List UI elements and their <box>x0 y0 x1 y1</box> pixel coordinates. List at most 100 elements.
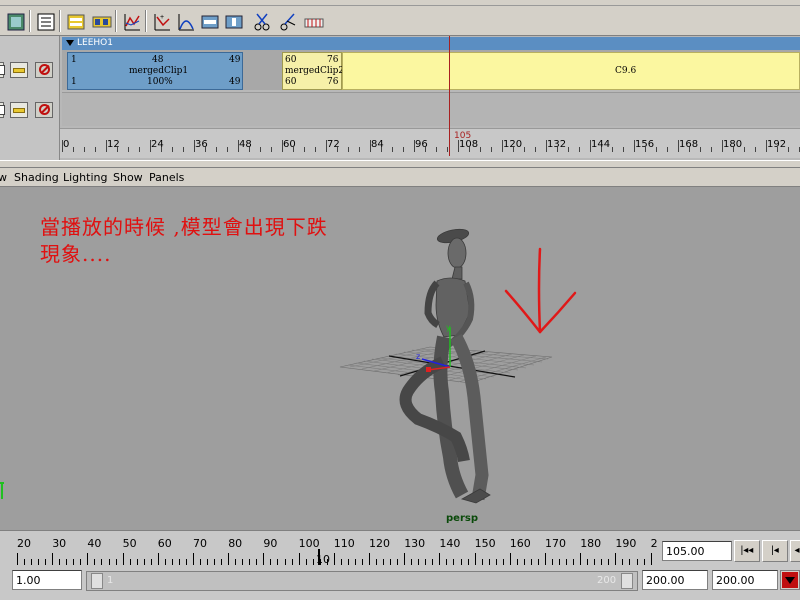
time-slider-label: 190 <box>615 537 637 550</box>
time-slider-minor-tick <box>354 559 356 565</box>
auto-key-button[interactable] <box>780 570 800 590</box>
time-slider-label: 70 <box>193 537 207 550</box>
time-slider-tick <box>369 553 370 565</box>
track-row-empty <box>62 92 800 126</box>
clip-mergedclip2[interactable]: 60 76 mergedClip2 60 76 <box>282 52 345 90</box>
ruler-minor-tick <box>700 147 701 152</box>
range-start-handle[interactable] <box>91 573 103 589</box>
ruler-minor-tick <box>183 147 184 152</box>
remove-track-icon[interactable] <box>222 10 244 32</box>
key-icon[interactable]: + <box>150 10 172 32</box>
ruler-minor-tick <box>260 147 261 152</box>
ruler-minor-tick <box>403 147 404 152</box>
ruler-minor-tick <box>535 147 536 152</box>
clip-name: mergedClip1 <box>129 66 189 76</box>
clip-c96[interactable]: C9.6 <box>342 52 800 90</box>
pane-divider[interactable] <box>0 160 800 168</box>
time-slider-minor-tick <box>340 559 342 565</box>
track2-solo-icon[interactable] <box>0 102 5 118</box>
time-slider-label: 120 <box>369 537 390 550</box>
step-back-icon[interactable]: |◂◂ <box>734 540 760 562</box>
character-header[interactable]: LEEHO1 <box>62 37 800 50</box>
range-start-field[interactable] <box>12 570 82 590</box>
ruler-minor-tick <box>513 147 514 152</box>
menu-shading[interactable]: Shading <box>14 171 59 184</box>
time-warp-icon[interactable] <box>302 10 324 32</box>
svg-text:y: y <box>446 323 451 332</box>
max-time-field[interactable] <box>712 570 778 590</box>
list-icon[interactable] <box>34 10 56 32</box>
track-solo-icon[interactable] <box>0 62 5 78</box>
clip-name: C9.6 <box>615 66 637 76</box>
time-slider-minor-tick <box>185 559 187 565</box>
menu-panels[interactable]: Panels <box>149 171 184 184</box>
step-back-frame-icon[interactable]: ◂ <box>790 540 800 562</box>
range-end-field[interactable] <box>642 570 708 590</box>
curve-icon[interactable] <box>174 10 196 32</box>
time-slider-label: 2 <box>650 537 658 550</box>
time-slider-minor-tick <box>115 559 117 565</box>
time-slider-cursor[interactable] <box>318 549 320 565</box>
ruler-minor-tick <box>733 147 734 152</box>
ruler-minor-tick <box>777 147 778 152</box>
time-slider-minor-tick <box>171 559 173 565</box>
time-slider-minor-tick <box>601 559 603 565</box>
maya-window: + LEEHO1 1 48 49 mergedClip1 1 100% 49 6… <box>0 0 800 600</box>
time-slider-label: 90 <box>263 537 278 550</box>
time-slider-minor-tick <box>249 559 251 565</box>
auto-key-icon <box>782 572 798 588</box>
range-slider-bar[interactable]: 1 200 <box>86 571 638 591</box>
current-time-field[interactable] <box>662 541 732 561</box>
track2-mute-icon[interactable] <box>35 102 53 118</box>
time-slider-tick <box>650 553 652 565</box>
time-slider[interactable]: 20 30 40 50 60 70 80 90 100 110 120 130 140 150 160 170… <box>0 531 660 567</box>
ruler-minor-tick <box>524 147 525 152</box>
track-mute-icon[interactable] <box>35 62 53 78</box>
time-slider-tick <box>474 553 476 565</box>
svg-text:+: + <box>160 14 164 21</box>
ruler-minor-tick <box>579 147 580 152</box>
time-slider-tick <box>193 553 194 565</box>
trax-time-ruler[interactable]: 0 12 24 36 48 60 72 84 96 108 120 132 144 156 168 180 19… <box>60 128 800 158</box>
time-slider-minor-tick <box>38 559 40 565</box>
time-slider-minor-tick <box>256 559 258 565</box>
time-slider-minor-tick <box>488 559 490 565</box>
time-slider-label: 20 <box>17 537 31 550</box>
add-track-icon[interactable] <box>198 10 220 32</box>
go-to-start-icon[interactable]: |◂ <box>762 540 788 562</box>
trax-editor: LEEHO1 1 48 49 mergedClip1 1 100% 49 60 … <box>0 36 800 160</box>
collapse-triangle-icon[interactable] <box>66 40 74 46</box>
track2-lock-icon[interactable] <box>10 102 28 118</box>
outliner-icon[interactable] <box>4 10 26 32</box>
ruler-minor-tick <box>623 147 624 152</box>
clip-name: mergedClip2 <box>285 66 345 76</box>
time-slider-tick <box>52 553 54 565</box>
time-slider-minor-tick <box>129 559 131 565</box>
menu-lighting[interactable]: Lighting <box>63 171 107 184</box>
time-slider-minor-tick <box>446 559 448 565</box>
time-slider-minor-tick <box>552 559 554 565</box>
time-slider-minor-tick <box>397 559 399 565</box>
menu-view[interactable]: w <box>0 171 7 184</box>
split-icon[interactable] <box>276 10 298 32</box>
clip-library-icon[interactable] <box>64 10 86 32</box>
time-slider-minor-tick <box>143 559 145 565</box>
time-slider-minor-tick <box>573 559 575 565</box>
ruler-minor-tick <box>689 147 690 152</box>
load-clip-icon[interactable] <box>90 10 112 32</box>
time-slider-label: 40 <box>87 537 102 550</box>
track-lock-icon[interactable] <box>10 62 28 78</box>
cut-icon[interactable] <box>250 10 272 32</box>
time-slider-tick <box>404 553 406 565</box>
graph-editor-icon[interactable] <box>120 10 142 32</box>
clip-mergedclip1[interactable]: 1 48 49 mergedClip1 1 100% 49 <box>67 52 243 90</box>
time-slider-minor-tick <box>559 559 561 565</box>
range-end-handle[interactable] <box>621 573 633 589</box>
clip-end2: 76 <box>327 77 339 87</box>
trax-playhead[interactable] <box>449 36 450 156</box>
ruler-minor-tick <box>568 147 569 152</box>
perspective-viewport[interactable]: y z 當播放的時候 ,模型會出現下跌 現象.... persp <box>0 187 800 530</box>
range-end-label: 200 <box>597 575 617 586</box>
time-slider-label: 140 <box>439 537 461 550</box>
menu-show[interactable]: Show <box>113 171 143 184</box>
